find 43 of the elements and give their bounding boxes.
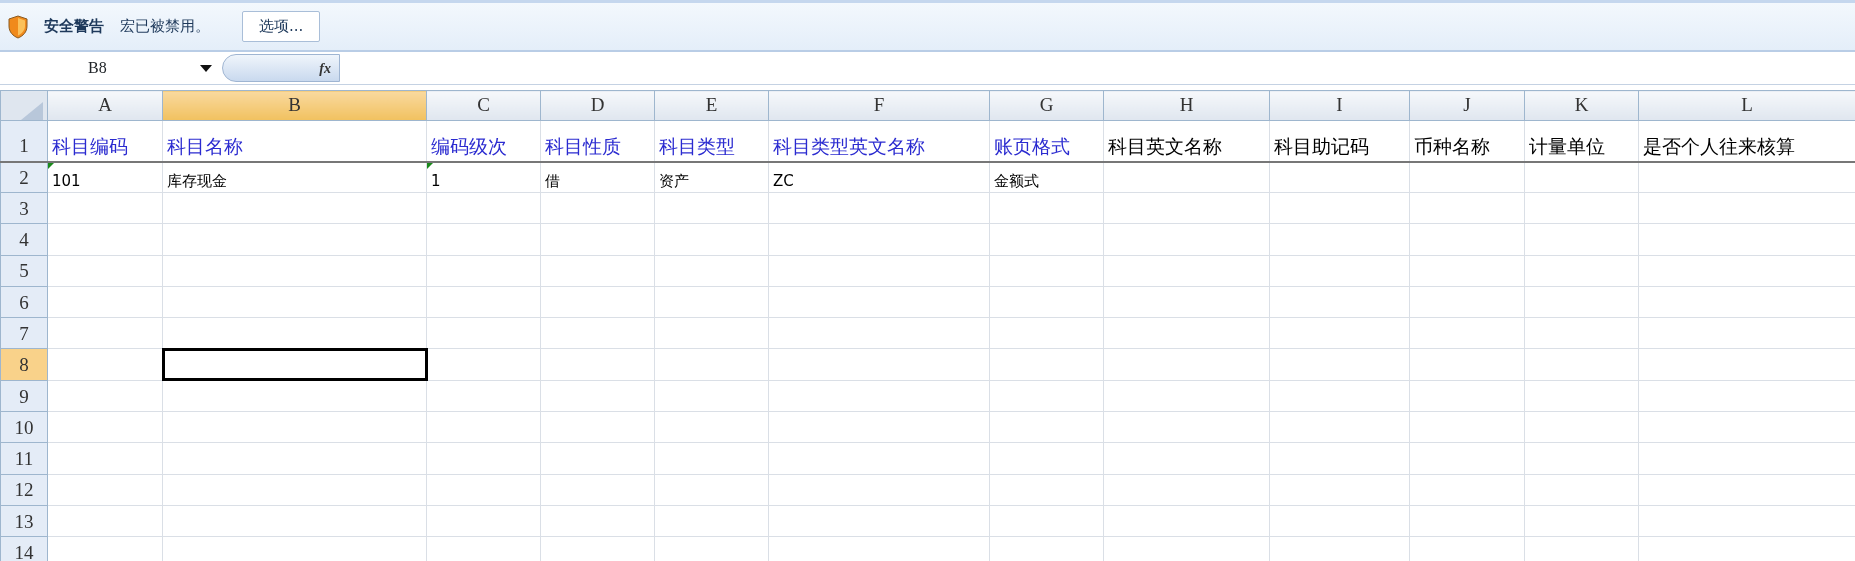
column-header[interactable]: F bbox=[768, 90, 990, 121]
column-header[interactable]: I bbox=[1269, 90, 1410, 121]
error-indicator-icon bbox=[427, 162, 433, 169]
table-cell[interactable]: 借 bbox=[540, 161, 655, 193]
column-header[interactable]: G bbox=[989, 90, 1104, 121]
row-header[interactable]: 8 bbox=[0, 349, 48, 381]
row-header[interactable]: 11 bbox=[0, 442, 48, 475]
row-header[interactable]: 10 bbox=[0, 411, 48, 443]
dropdown-icon[interactable] bbox=[200, 64, 212, 72]
table-cell[interactable]: 101 bbox=[47, 161, 163, 193]
row-header[interactable]: 1 bbox=[0, 120, 48, 162]
row-header[interactable]: 2 bbox=[0, 161, 48, 193]
row-header[interactable]: 9 bbox=[0, 380, 48, 412]
column-header[interactable]: A bbox=[47, 90, 163, 121]
column-header[interactable]: L bbox=[1638, 90, 1855, 121]
shield-icon bbox=[8, 14, 28, 39]
row-header[interactable]: 5 bbox=[0, 255, 48, 287]
row-header[interactable]: 7 bbox=[0, 317, 48, 349]
insert-function-button[interactable]: fx bbox=[222, 54, 340, 82]
error-indicator-icon bbox=[48, 162, 54, 169]
column-header[interactable]: B bbox=[162, 90, 427, 121]
column-header[interactable]: J bbox=[1409, 90, 1525, 121]
column-header[interactable]: C bbox=[426, 90, 541, 121]
active-cell[interactable] bbox=[162, 349, 427, 381]
column-header[interactable]: H bbox=[1103, 90, 1270, 121]
warning-title: 安全警告 bbox=[44, 16, 104, 38]
row-header[interactable]: 13 bbox=[0, 505, 48, 537]
options-button[interactable]: 选项... bbox=[242, 11, 321, 42]
row-header[interactable]: 3 bbox=[0, 192, 48, 224]
column-header[interactable]: E bbox=[654, 90, 769, 121]
table-cell[interactable]: 1 bbox=[426, 161, 541, 193]
row-header[interactable]: 12 bbox=[0, 474, 48, 506]
name-box[interactable]: B8 bbox=[0, 52, 220, 84]
table-cell[interactable]: ZC bbox=[768, 161, 990, 193]
row-header[interactable]: 6 bbox=[0, 286, 48, 318]
row-header[interactable]: 4 bbox=[0, 223, 48, 256]
table-cell[interactable]: 资产 bbox=[654, 161, 769, 193]
column-header[interactable]: K bbox=[1524, 90, 1639, 121]
column-header[interactable]: D bbox=[540, 90, 655, 121]
table-cell[interactable]: 金额式 bbox=[989, 161, 1104, 193]
row-header[interactable]: 14 bbox=[0, 536, 48, 561]
warning-message: 宏已被禁用。 bbox=[120, 16, 210, 38]
table-cell[interactable]: 库存现金 bbox=[162, 161, 427, 193]
